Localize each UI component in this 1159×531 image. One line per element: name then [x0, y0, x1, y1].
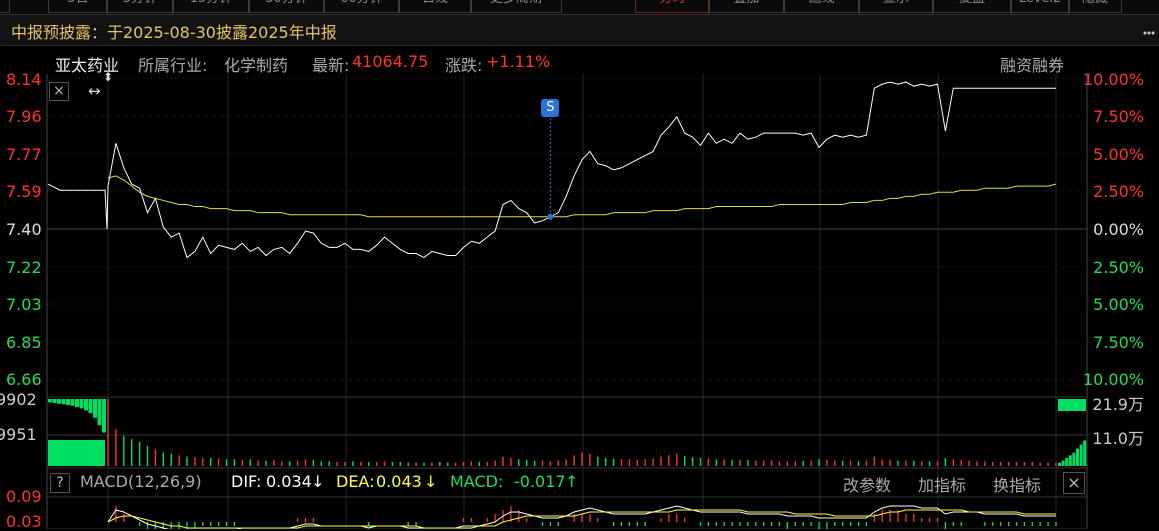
volume-bar-top	[61, 399, 66, 405]
price-tick: 7.77	[6, 145, 42, 164]
volume-right-tick: 21.9万	[1092, 395, 1144, 414]
intraday-chart[interactable]	[0, 0, 1159, 529]
volume-bar-top	[70, 399, 75, 406]
macd-histogram	[115, 506, 1057, 529]
price-tick: 6.66	[6, 370, 42, 389]
macd-header: ? MACD (12,26,9) DIF: 0.034 ↓ DEA: 0.043…	[0, 470, 1087, 496]
drag-handle-icon[interactable]: ⬍	[103, 70, 113, 84]
volume-bar-top	[48, 399, 52, 403]
volume-bar-bottom	[1068, 455, 1072, 466]
volume-bar-bottom	[1076, 448, 1079, 466]
dea-value: 0.043	[376, 472, 422, 491]
price-tick: 8.14	[6, 70, 42, 89]
volume-bar-top	[97, 399, 102, 426]
pct-tick: 7.50%	[1093, 107, 1144, 126]
macd-value: -0.017	[514, 472, 566, 491]
close-icon[interactable]: ×	[49, 82, 69, 101]
volume-bar-top	[75, 399, 79, 408]
volume-bar-bottom	[1083, 440, 1087, 466]
volume-bar-top	[84, 399, 88, 411]
macd-indicator-name[interactable]: MACD	[80, 472, 128, 491]
volume-bar-top	[93, 399, 97, 418]
volume-bar-top	[88, 399, 93, 414]
pct-tick: 10.00%	[1082, 370, 1144, 389]
pct-tick: 2.50%	[1093, 182, 1144, 201]
pct-tick: 0.00%	[1093, 220, 1144, 239]
price-tick: 7.03	[6, 295, 42, 314]
dea-arrow: ↓	[424, 472, 438, 491]
price-tick: 7.96	[6, 107, 42, 126]
edit-params-button[interactable]: 改参数	[843, 472, 891, 496]
macd-label: MACD:	[450, 472, 504, 491]
switch-indicator-button[interactable]: 换指标	[993, 472, 1041, 496]
volume-bar-top	[102, 399, 106, 433]
pct-tick: 10.00%	[1082, 70, 1144, 89]
volume-block	[48, 440, 105, 466]
macd-params: (12,26,9)	[128, 472, 202, 491]
volume-bar-bottom	[1058, 462, 1061, 466]
pct-tick: 5.00%	[1093, 145, 1144, 164]
price-tick: 7.59	[6, 182, 42, 201]
macd-tick: 0.03	[6, 512, 42, 531]
volume-bar-bottom	[1065, 457, 1069, 466]
volume-bar-top	[57, 399, 61, 404]
volume-tick: 9951	[0, 425, 37, 444]
volume-block	[1058, 399, 1086, 411]
price-tick: 6.85	[6, 333, 42, 352]
help-icon[interactable]: ?	[50, 473, 70, 493]
signal-label: S	[546, 100, 555, 115]
close-icon[interactable]: ×	[1063, 472, 1085, 494]
volume-tick: 9902	[0, 390, 37, 409]
dif-value: 0.034	[266, 472, 312, 491]
volume-bar-top	[66, 399, 70, 406]
pct-tick: 7.50%	[1093, 333, 1144, 352]
price-tick: 7.40	[6, 220, 42, 239]
average-price-line	[107, 175, 1057, 218]
volume-bars	[48, 399, 1087, 466]
volume-bar-top	[52, 399, 57, 404]
volume-right-tick: 11.0万	[1092, 429, 1144, 448]
volume-bar-top	[79, 399, 84, 409]
volume-bar-bottom	[1072, 452, 1076, 466]
dif-arrow: ↓	[311, 472, 325, 491]
volume-bar-bottom	[1061, 460, 1065, 466]
volume-bar-bottom	[1079, 444, 1083, 466]
macd-arrow: ↑	[565, 472, 579, 491]
dif-label: DIF:	[231, 472, 262, 491]
dea-label: DEA:	[336, 472, 375, 491]
pct-tick: 2.50%	[1093, 258, 1144, 277]
signal-marker-dot	[547, 213, 554, 220]
pct-tick: 5.00%	[1093, 295, 1144, 314]
expand-horizontal-icon[interactable]: ↔	[88, 82, 101, 100]
price-tick: 7.22	[6, 258, 42, 277]
signal-s-badge[interactable]: S	[541, 99, 560, 117]
add-indicator-button[interactable]: 加指标	[918, 472, 966, 496]
